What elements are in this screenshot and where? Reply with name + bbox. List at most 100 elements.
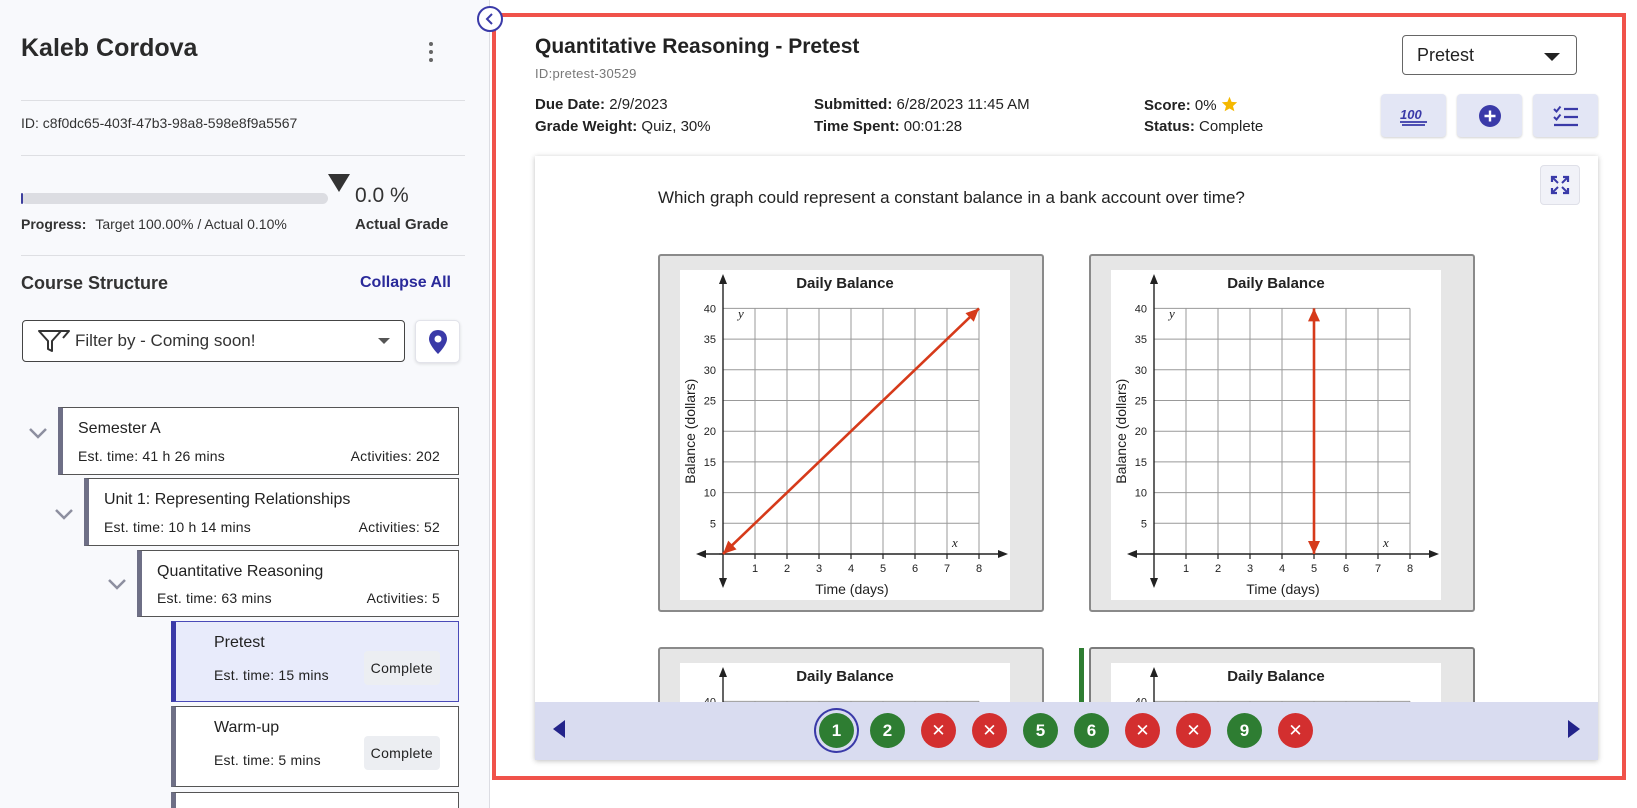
fullscreen-button[interactable] xyxy=(1540,165,1580,205)
time-spent-label: Time Spent: xyxy=(814,118,900,135)
question-nav-5[interactable]: 5 xyxy=(1023,713,1058,748)
tree-node-lesson[interactable]: Quantitative Reasoning Est. time: 63 min… xyxy=(137,550,459,617)
collapse-lesson-icon[interactable] xyxy=(106,573,128,595)
x-tick-label: 3 xyxy=(1247,563,1253,575)
previous-question-icon[interactable] xyxy=(553,720,565,738)
node-title: Quantitative Reasoning xyxy=(157,563,324,580)
y-axis-arrow xyxy=(1150,667,1158,677)
graph-title: Daily Balance xyxy=(1227,668,1325,685)
graph-a: Daily Balance 5 10 15 20 25 30 35 40 1 2 3 4 5 6 7 8 Time… xyxy=(680,270,1010,600)
node-est-time: Est. time: 10 h 14 mins xyxy=(104,519,251,535)
activity-title: Quantitative Reasoning - Pretest xyxy=(535,35,860,58)
node-est-time: Est. time: 63 mins xyxy=(157,590,272,606)
submitted-label: Submitted: xyxy=(814,96,893,113)
tree-node-next[interactable] xyxy=(171,792,459,808)
y-tick-label: 5 xyxy=(710,518,716,530)
status-badge: Complete xyxy=(363,736,440,770)
locate-button[interactable] xyxy=(415,320,460,363)
x-tick-label: 8 xyxy=(976,563,982,575)
question-nav-1[interactable]: 1 xyxy=(819,713,854,748)
actual-grade-value: 0.0 % xyxy=(355,184,409,207)
collapse-all-button[interactable]: Collapse All xyxy=(360,274,451,292)
attempt-select[interactable]: Pretest xyxy=(1402,35,1577,75)
x-tick-label: 5 xyxy=(880,563,886,575)
x-axis-arrow-right xyxy=(1429,550,1439,558)
question-nav-4[interactable]: ✕ xyxy=(972,713,1007,748)
graph-b: Daily Balance 5 10 15 20 25 30 35 40 1 2 3 4 5 6 7 8 Time… xyxy=(1111,270,1441,600)
score: Score: 0% xyxy=(1144,96,1238,114)
x-tick-label: 6 xyxy=(1343,563,1349,575)
filter-dropdown[interactable]: Filter by - Coming soon! xyxy=(22,320,405,362)
tree-node-semester[interactable]: Semester A Est. time: 41 h 26 mins Activ… xyxy=(58,407,459,475)
x-axis-arrow-left xyxy=(1127,550,1137,558)
tree-node-unit[interactable]: Unit 1: Representing Relationships Est. … xyxy=(84,478,459,546)
question-nav-3[interactable]: ✕ xyxy=(921,713,956,748)
node-activities: Activities: 52 xyxy=(358,519,440,535)
collapse-unit-icon[interactable] xyxy=(53,503,75,525)
checklist-icon xyxy=(1552,105,1578,126)
node-title: Warm-up xyxy=(214,719,280,736)
question-nav-7[interactable]: ✕ xyxy=(1125,713,1160,748)
next-question-icon[interactable] xyxy=(1568,720,1580,738)
checklist-button[interactable] xyxy=(1533,94,1598,137)
progress-text: Target 100.00% / Actual 0.10% xyxy=(95,216,287,232)
answer-option-b[interactable]: Daily Balance 5 10 15 20 25 30 35 40 1 2 3 4 5 6 7 8 Time… xyxy=(1089,254,1475,612)
more-options-icon[interactable] xyxy=(425,38,437,66)
add-button[interactable] xyxy=(1457,94,1522,137)
node-activities: Activities: 5 xyxy=(366,590,440,606)
node-est-time: Est. time: 5 mins xyxy=(214,752,321,768)
x-axis-arrow-right xyxy=(998,550,1008,558)
y-tick-label: 40 xyxy=(1135,303,1147,315)
status: Status: Complete xyxy=(1144,118,1263,135)
y-tick-label: 30 xyxy=(1135,365,1147,377)
score-value: 0% xyxy=(1194,97,1217,114)
x-tick-label: 6 xyxy=(912,563,918,575)
collapse-sidebar-button[interactable] xyxy=(477,6,503,32)
hundred-points-icon: 100 xyxy=(1399,107,1427,126)
star-icon xyxy=(1221,96,1237,112)
x-tick-label: 1 xyxy=(1183,563,1189,575)
status-value: Complete xyxy=(1199,118,1264,135)
y-tick-label: 15 xyxy=(704,457,716,469)
x-variable-label: x xyxy=(951,535,958,550)
node-est-time: Est. time: 15 mins xyxy=(214,667,329,683)
y-axis-label: Balance (dollars) xyxy=(1113,379,1129,484)
x-tick-label: 2 xyxy=(1215,563,1221,575)
tree-node-pretest[interactable]: Pretest Est. time: 15 mins Complete xyxy=(171,621,459,702)
question-nav-10[interactable]: ✕ xyxy=(1278,713,1313,748)
question-nav-9[interactable]: 9 xyxy=(1227,713,1262,748)
attempt-select-value: Pretest xyxy=(1417,44,1475,65)
graph-title: Daily Balance xyxy=(1227,275,1325,292)
question-nav-6[interactable]: 6 xyxy=(1074,713,1109,748)
due-date-label: Due Date: xyxy=(535,96,606,113)
x-tick-label: 5 xyxy=(1311,563,1317,575)
submitted-value: 6/28/2023 11:45 AM xyxy=(896,96,1030,113)
divider xyxy=(21,155,465,156)
student-id: ID: c8f0dc65-403f-47b3-98a8-598e8f9a5567 xyxy=(21,115,298,131)
x-axis-label: Time (days) xyxy=(1246,581,1319,597)
expand-icon xyxy=(1550,175,1570,195)
hundred-icon-text: 100 xyxy=(1400,107,1422,122)
y-axis-arrow-down xyxy=(719,578,727,588)
progress-bar-fill xyxy=(21,193,23,204)
x-tick-label: 2 xyxy=(784,563,790,575)
y-tick-label: 25 xyxy=(1135,396,1147,408)
question-nav-2[interactable]: 2 xyxy=(870,713,905,748)
collapse-semester-icon[interactable] xyxy=(27,422,49,444)
y-variable-label: y xyxy=(1167,306,1175,321)
y-axis-arrow xyxy=(719,667,727,677)
tree-node-warmup[interactable]: Warm-up Est. time: 5 mins Complete xyxy=(171,706,459,787)
student-name: Kaleb Cordova xyxy=(21,34,198,62)
y-axis-arrow xyxy=(1150,274,1158,284)
due-date-value: 2/9/2023 xyxy=(609,96,668,113)
graph-title: Daily Balance xyxy=(796,275,894,292)
x-variable-label: x xyxy=(1382,535,1389,550)
y-variable-label: y xyxy=(736,306,744,321)
data-line-arrow-start xyxy=(1308,541,1320,554)
answer-option-a[interactable]: Daily Balance 5 10 15 20 25 30 35 40 1 2 3 4 5 6 7 8 Time… xyxy=(658,254,1044,612)
x-axis-label: Time (days) xyxy=(815,581,888,597)
question-nav-8[interactable]: ✕ xyxy=(1176,713,1211,748)
actual-grade-label: Actual Grade xyxy=(355,216,449,233)
y-axis-arrow xyxy=(719,274,727,284)
grade-button[interactable]: 100 xyxy=(1381,94,1446,137)
